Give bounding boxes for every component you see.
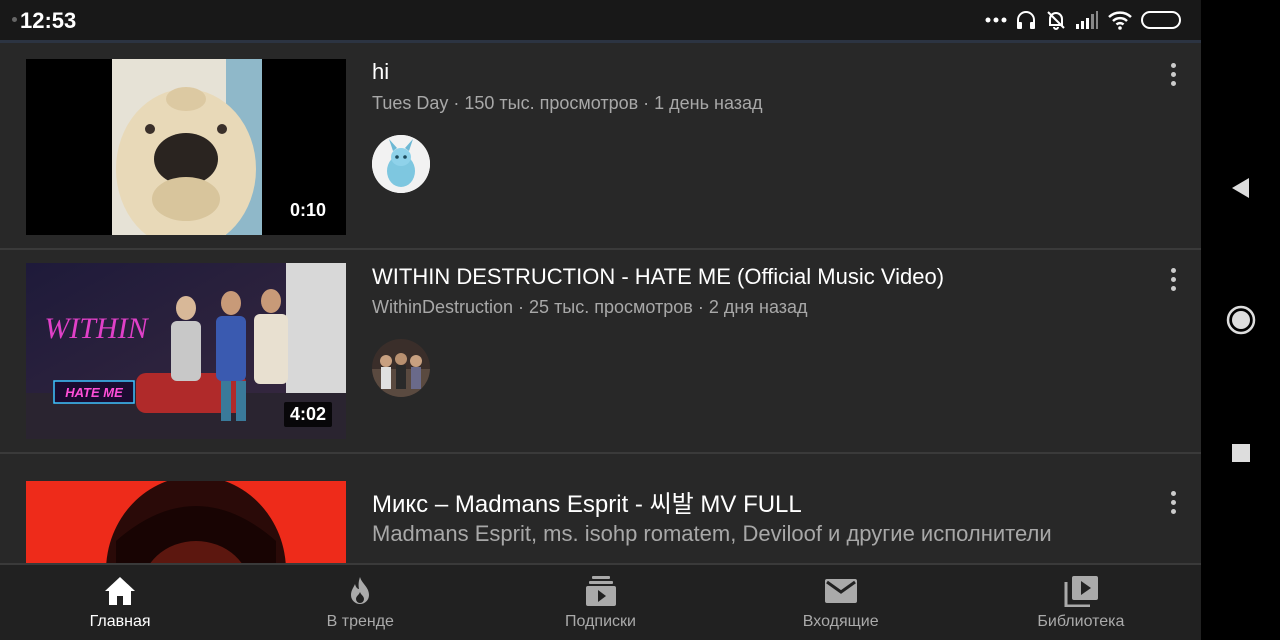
wifi-icon bbox=[1107, 10, 1133, 30]
bell-off-icon bbox=[1045, 9, 1067, 31]
nav-inbox-label: Входящие bbox=[802, 613, 879, 630]
status-icons: 82 bbox=[985, 8, 1181, 32]
nav-home[interactable]: Главная bbox=[0, 565, 240, 640]
nav-library-label: Библиотека bbox=[1037, 613, 1125, 630]
nav-trending[interactable]: В тренде bbox=[240, 565, 480, 640]
battery-icon: 82 bbox=[1141, 11, 1181, 29]
channel-avatar[interactable] bbox=[372, 339, 430, 397]
mix-thumbnail-image bbox=[26, 481, 346, 563]
home-icon bbox=[102, 575, 138, 607]
video-thumbnail[interactable]: 0:10 bbox=[26, 59, 346, 235]
battery-level: 82 bbox=[1154, 13, 1168, 27]
nav-trending-label: В тренде bbox=[326, 613, 394, 630]
nav-home-label: Главная bbox=[89, 613, 151, 630]
channel-avatar-image bbox=[372, 135, 430, 193]
video-duration: 4:02 bbox=[283, 402, 332, 427]
channel-avatar[interactable] bbox=[372, 135, 430, 193]
mail-icon bbox=[823, 575, 859, 607]
bottom-navigation: Главная В тренде Подписки Входящие Библи… bbox=[0, 563, 1201, 640]
video-meta: WithinDestruction · 25 тыс. просмотров ·… bbox=[372, 297, 808, 317]
nav-subscriptions[interactable]: Подписки bbox=[480, 565, 720, 640]
video-title[interactable]: WITHIN DESTRUCTION - HATE ME (Official M… bbox=[372, 264, 944, 290]
back-icon[interactable] bbox=[1229, 176, 1251, 205]
flame-icon bbox=[342, 575, 378, 607]
video-duration: 0:10 bbox=[283, 198, 332, 223]
notification-dot bbox=[12, 17, 17, 22]
home-button-icon[interactable] bbox=[1226, 305, 1256, 340]
more-options-icon[interactable] bbox=[1162, 59, 1184, 89]
recents-icon[interactable] bbox=[1231, 443, 1251, 468]
video-meta: Madmans Esprit, ms. isohp romatem, Devil… bbox=[372, 521, 1052, 546]
video-title[interactable]: Микс – Madmans Esprit - 씨발 MV FULL bbox=[372, 484, 802, 519]
video-item[interactable]: WITHIN HATE ME 4:02 WITHIN DESTRUCTION -… bbox=[0, 250, 1201, 452]
more-options-icon[interactable] bbox=[1162, 487, 1184, 517]
video-title[interactable]: hi bbox=[372, 59, 389, 85]
svg-text:HATE ME: HATE ME bbox=[65, 385, 123, 400]
more-dots-icon bbox=[985, 16, 1007, 24]
subscriptions-icon bbox=[583, 575, 619, 607]
signal-icon bbox=[1075, 10, 1099, 30]
video-thumbnail[interactable]: WITHIN HATE ME 4:02 bbox=[26, 263, 346, 439]
app-screen: 12:53 82 0:10 hi Tues Day · 150 тыс. про… bbox=[0, 0, 1201, 640]
nav-library[interactable]: Библиотека bbox=[961, 565, 1201, 640]
video-item[interactable]: 0:10 hi Tues Day · 150 тыс. просмотров ·… bbox=[0, 43, 1201, 248]
android-navigation-bar bbox=[1201, 0, 1280, 640]
video-thumbnail[interactable] bbox=[26, 481, 346, 563]
video-item[interactable]: Микс – Madmans Esprit - 씨발 MV FULL Madma… bbox=[0, 454, 1201, 563]
svg-text:WITHIN: WITHIN bbox=[44, 312, 149, 345]
status-bar: 12:53 82 bbox=[0, 0, 1201, 43]
headphones-icon bbox=[1015, 9, 1037, 31]
library-icon bbox=[1063, 575, 1099, 607]
channel-avatar-image bbox=[372, 339, 430, 397]
nav-subscriptions-label: Подписки bbox=[565, 613, 636, 630]
video-meta: Tues Day · 150 тыс. просмотров · 1 день … bbox=[372, 93, 763, 113]
video-feed[interactable]: 0:10 hi Tues Day · 150 тыс. просмотров ·… bbox=[0, 43, 1201, 563]
status-clock: 12:53 bbox=[20, 8, 77, 33]
more-options-icon[interactable] bbox=[1162, 264, 1184, 294]
nav-inbox[interactable]: Входящие bbox=[721, 565, 961, 640]
